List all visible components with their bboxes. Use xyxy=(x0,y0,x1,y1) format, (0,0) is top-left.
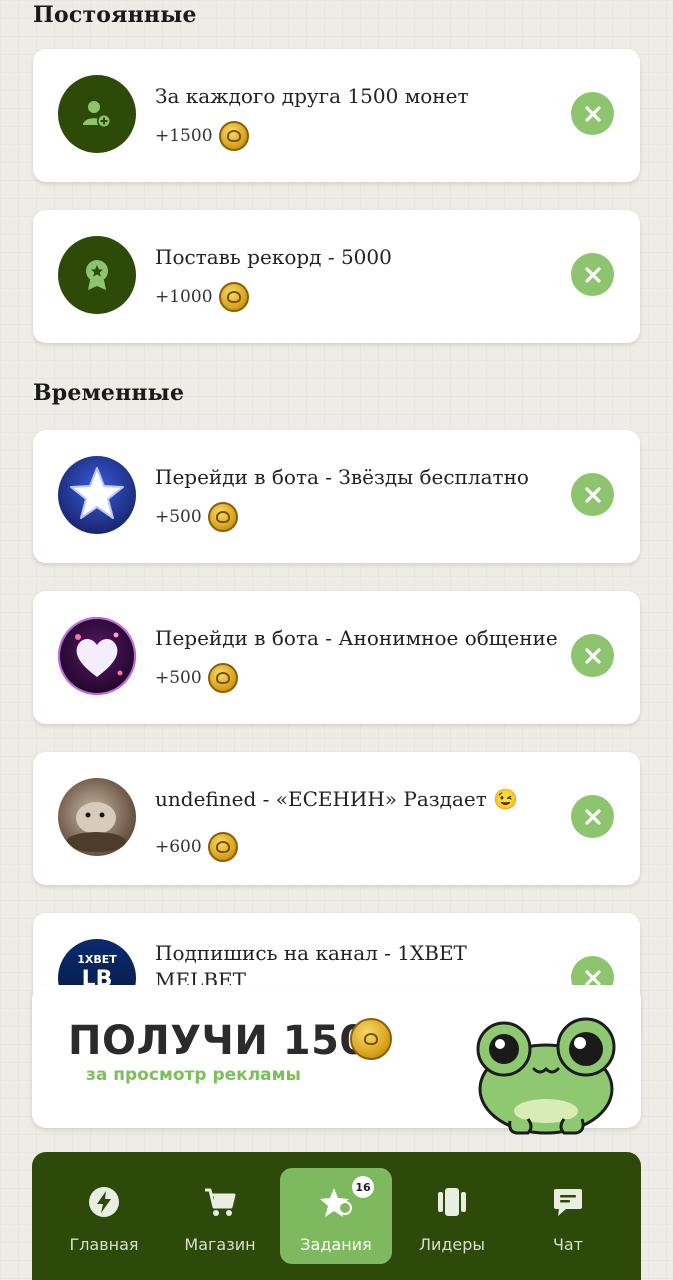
nav-label: Лидеры xyxy=(418,1235,486,1254)
reward-amount: +1000 xyxy=(155,287,213,307)
cards-icon xyxy=(435,1186,469,1218)
reward-amount: +1500 xyxy=(155,126,213,146)
banner-subtitle: за просмотр рекламы xyxy=(86,1065,301,1085)
close-icon[interactable] xyxy=(571,253,614,296)
reward-amount: +500 xyxy=(155,507,202,527)
section-title-permanent: Постоянные xyxy=(33,2,197,28)
coin-icon xyxy=(207,663,238,693)
coin-icon xyxy=(207,502,238,532)
logo-text: 1XBET xyxy=(77,953,117,966)
task-title: Перейди в бота - Звёзды бесплатно xyxy=(155,465,529,489)
lightning-icon xyxy=(88,1186,120,1218)
nav-item-shop[interactable]: Магазин xyxy=(164,1168,276,1264)
task-title: Поставь рекорд - 5000 xyxy=(155,245,392,269)
reward-amount: +500 xyxy=(155,668,202,688)
task-card-stars-bot[interactable]: Перейди в бота - Звёзды бесплатно +500 xyxy=(33,430,640,563)
reward-amount: +600 xyxy=(155,837,202,857)
star-bot-avatar xyxy=(58,456,136,534)
close-icon[interactable] xyxy=(571,92,614,135)
task-title: Подпишись на канал - 1XBET xyxy=(155,941,467,965)
task-reward: +1000 xyxy=(155,282,249,312)
task-reward: +1500 xyxy=(155,121,249,151)
task-title: undefined - «ЕСЕНИН» Раздает 😉 xyxy=(155,787,519,811)
task-reward: +600 xyxy=(155,832,238,862)
cart-icon xyxy=(203,1186,237,1218)
nav-label: Магазин xyxy=(184,1235,256,1254)
hamster-photo-avatar xyxy=(58,778,136,856)
add-user-icon xyxy=(58,75,136,153)
close-icon[interactable] xyxy=(571,473,614,516)
star-tasks-icon xyxy=(319,1186,353,1218)
heart-bot-avatar xyxy=(58,617,136,695)
task-card-invite-friend[interactable]: За каждого друга 1500 монет +1500 xyxy=(33,49,640,182)
close-icon[interactable] xyxy=(571,634,614,677)
nav-item-home[interactable]: Главная xyxy=(48,1168,160,1264)
banner-title: ПОЛУЧИ 150 xyxy=(68,1018,368,1064)
task-reward: +500 xyxy=(155,663,238,693)
close-icon[interactable] xyxy=(571,795,614,838)
task-card-anon-bot[interactable]: Перейди в бота - Анонимное общение +500 xyxy=(33,591,640,724)
ad-reward-banner[interactable]: ПОЛУЧИ 150 за просмотр рекламы xyxy=(32,985,641,1135)
nav-label: Чат xyxy=(552,1235,584,1254)
bottom-navigation: Главная Магазин Задания 16 Лидеры Чат xyxy=(32,1152,641,1280)
task-card-esenin[interactable]: undefined - «ЕСЕНИН» Раздает 😉 +600 xyxy=(33,752,640,885)
nav-label: Задания xyxy=(300,1235,372,1254)
coin-icon xyxy=(218,121,249,151)
task-card-set-record[interactable]: Поставь рекорд - 5000 +1000 xyxy=(33,210,640,343)
coin-icon xyxy=(207,832,238,862)
nav-item-chat[interactable]: Чат xyxy=(512,1168,624,1264)
coin-icon xyxy=(350,1018,392,1060)
award-ribbon-icon xyxy=(58,236,136,314)
coin-icon xyxy=(218,282,249,312)
nav-label: Главная xyxy=(69,1235,139,1254)
task-title: За каждого друга 1500 монет xyxy=(155,84,469,108)
frog-mascot xyxy=(476,1017,616,1135)
chat-icon xyxy=(552,1186,584,1218)
nav-item-tasks[interactable]: Задания 16 xyxy=(280,1168,392,1264)
tasks-count-badge: 16 xyxy=(352,1176,374,1198)
task-title: Перейди в бота - Анонимное общение xyxy=(155,626,558,650)
section-title-temporary: Временные xyxy=(33,380,185,406)
nav-item-leaders[interactable]: Лидеры xyxy=(396,1168,508,1264)
task-reward: +500 xyxy=(155,502,238,532)
